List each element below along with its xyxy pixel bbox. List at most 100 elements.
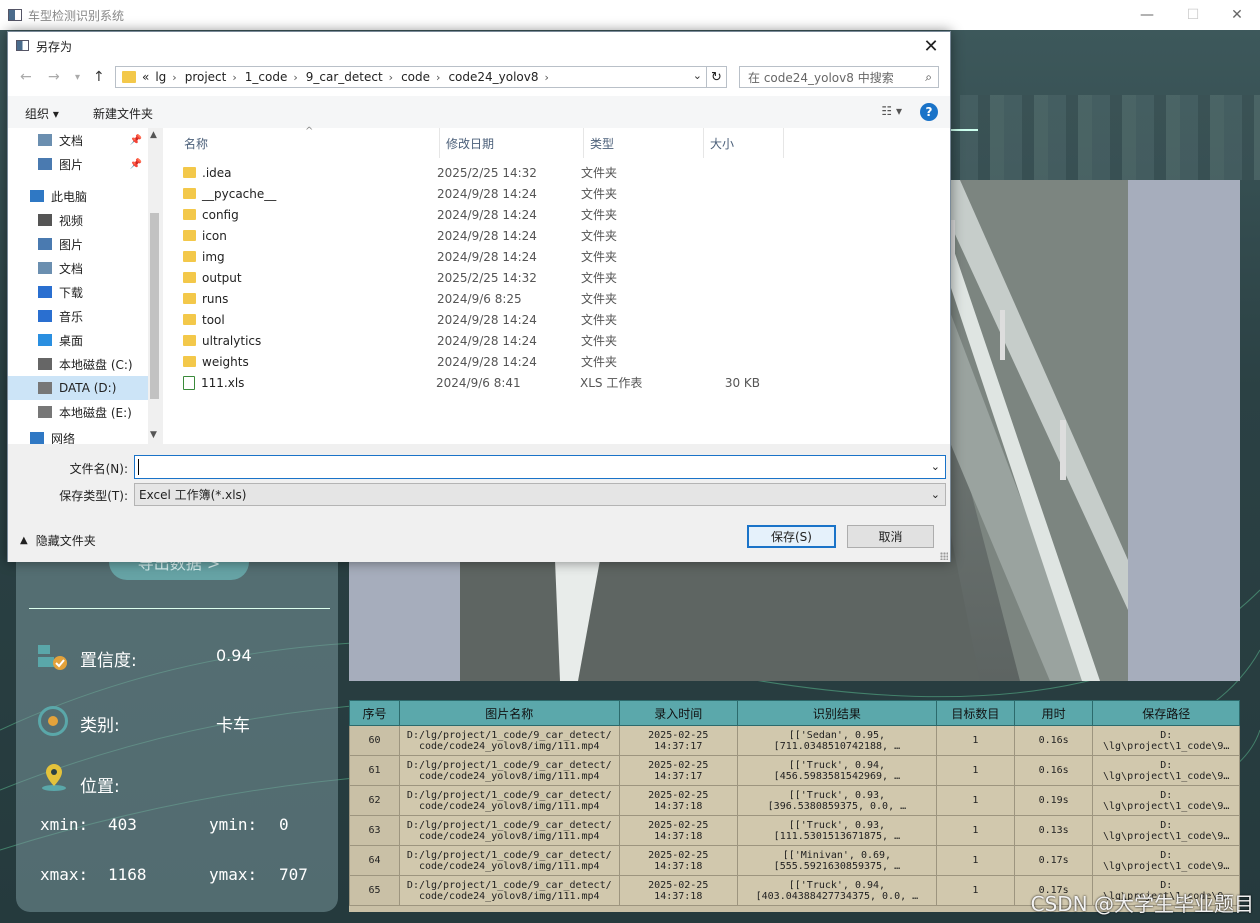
hide-folders-toggle[interactable]: ▲ 隐藏文件夹: [20, 532, 96, 549]
file-row[interactable]: 111.xls 2024/9/6 8:41 XLS 工作表 30 KB: [183, 372, 923, 393]
row-image-name-line: D:/lg/project/1_code/9_car_detect/: [406, 789, 612, 801]
row-count: 1: [935, 755, 1015, 786]
breadcrumb-chevron-icon[interactable]: ›: [293, 71, 297, 84]
breadcrumb-chevron-icon[interactable]: ›: [436, 71, 440, 84]
file-name: output: [202, 270, 242, 285]
nav-item[interactable]: 桌面: [8, 328, 148, 352]
cancel-button[interactable]: 取消: [847, 525, 934, 548]
col-name[interactable]: 名称: [178, 128, 440, 158]
row-path-line: D:: [1160, 729, 1173, 741]
filename-dropdown-icon[interactable]: ⌄: [931, 460, 940, 473]
filetype-dropdown-icon[interactable]: ⌄: [931, 488, 940, 501]
nav-item[interactable]: 文档: [8, 256, 148, 280]
file-row[interactable]: .idea 2025/2/25 14:32 文件夹: [183, 162, 923, 183]
folder-icon: [183, 188, 196, 199]
breadcrumb-item[interactable]: code: [401, 70, 430, 84]
row-result-line: [555.5921630859375, …: [773, 860, 901, 872]
breadcrumb-item[interactable]: lg: [155, 70, 166, 84]
view-options-icon[interactable]: ☷ ▾: [881, 104, 902, 118]
pin-icon[interactable]: 📌: [130, 159, 142, 170]
navigation-pane[interactable]: 文档 📌 图片 📌 此电脑 视频 图片 文档 下载 音乐 桌面 本地磁盘 (C:) DATA (D:) 本…: [8, 128, 161, 444]
window-close-icon[interactable]: ✕: [1214, 0, 1260, 30]
breadcrumb-item[interactable]: project: [185, 70, 227, 84]
file-list[interactable]: ^ 名称 修改日期 类型 大小 .idea 2025/2/25 14:32 文件夹 _…: [163, 126, 950, 444]
search-icon[interactable]: ⌕: [925, 70, 932, 85]
nav-item[interactable]: DATA (D:): [8, 376, 148, 400]
row-result: [['Truck', 0.93, [396.5380859375, 0.0, …: [736, 785, 937, 816]
col-header-time[interactable]: 录入时间: [618, 700, 738, 726]
nav-item[interactable]: 音乐: [8, 304, 148, 328]
help-icon[interactable]: ?: [920, 103, 938, 121]
app-title: 车型检测识别系统: [28, 8, 125, 23]
nav-item[interactable]: 文档 📌: [8, 128, 148, 152]
maximize-icon[interactable]: ☐: [1170, 0, 1216, 30]
scroll-up-icon[interactable]: ▲: [150, 130, 157, 140]
breadcrumb-chevron-icon[interactable]: ›: [389, 71, 393, 84]
resize-grip-icon[interactable]: [940, 552, 948, 560]
file-row[interactable]: config 2024/9/28 14:24 文件夹: [183, 204, 923, 225]
nav-item[interactable]: 图片 📌: [8, 152, 148, 176]
col-header-count[interactable]: 目标数目: [935, 700, 1015, 726]
nav-item[interactable]: 视频: [8, 208, 148, 232]
col-header-name[interactable]: 图片名称: [398, 700, 620, 726]
forward-arrow-icon[interactable]: →: [48, 69, 60, 85]
table-row[interactable]: 63 D:/lg/project/1_code/9_car_detect/code…: [349, 815, 1240, 846]
refresh-icon[interactable]: ↻: [707, 66, 727, 88]
table-row[interactable]: 64 D:/lg/project/1_code/9_car_detect/code…: [349, 845, 1240, 876]
file-row[interactable]: output 2025/2/25 14:32 文件夹: [183, 267, 923, 288]
scrollbar-thumb[interactable]: [150, 213, 159, 399]
breadcrumb-item[interactable]: code24_yolov8: [448, 70, 538, 84]
up-arrow-icon[interactable]: ↑: [93, 69, 105, 85]
search-input[interactable]: 在 code24_yolov8 中搜索 ⌕: [739, 66, 939, 88]
table-row[interactable]: 62 D:/lg/project/1_code/9_car_detect/code…: [349, 785, 1240, 816]
file-row[interactable]: __pycache__ 2024/9/28 14:24 文件夹: [183, 183, 923, 204]
col-size[interactable]: 大小: [704, 128, 784, 158]
col-header-result[interactable]: 识别结果: [736, 700, 937, 726]
ymax-label: ymax:: [209, 865, 258, 884]
scroll-down-icon[interactable]: ▼: [150, 430, 157, 440]
recent-chevron-icon[interactable]: ▾: [75, 72, 80, 83]
new-folder-button[interactable]: 新建文件夹: [93, 105, 153, 122]
minimize-icon[interactable]: —: [1124, 0, 1170, 30]
file-row[interactable]: tool 2024/9/28 14:24 文件夹: [183, 309, 923, 330]
nav-item[interactable]: 本地磁盘 (E:): [8, 400, 148, 424]
address-bar[interactable]: « lg › project › 1_code › 9_car_detect › cod…: [115, 66, 707, 88]
row-image-name: D:/lg/project/1_code/9_car_detect/code/c…: [398, 755, 620, 786]
back-arrow-icon[interactable]: ←: [20, 69, 32, 85]
address-dropdown-icon[interactable]: ⌄: [693, 69, 702, 82]
pin-icon[interactable]: 📌: [130, 135, 142, 146]
table-row[interactable]: 60 D:/lg/project/1_code/9_car_detect/code…: [349, 725, 1240, 756]
dialog-close-icon[interactable]: ✕: [918, 34, 944, 58]
navigation-scrollbar[interactable]: ▲ ▼: [148, 128, 161, 444]
nav-item[interactable]: 下载: [8, 280, 148, 304]
file-row[interactable]: runs 2024/9/6 8:25 文件夹: [183, 288, 923, 309]
nav-item[interactable]: 本地磁盘 (C:): [8, 352, 148, 376]
col-header-duration[interactable]: 用时: [1013, 700, 1094, 726]
file-row[interactable]: ultralytics 2024/9/28 14:24 文件夹: [183, 330, 923, 351]
nav-item[interactable]: 此电脑: [8, 184, 148, 208]
breadcrumb-chevron-icon[interactable]: ›: [545, 71, 549, 84]
organize-button[interactable]: 组织 ▾: [25, 105, 59, 122]
breadcrumb-item[interactable]: 1_code: [245, 70, 288, 84]
col-date[interactable]: 修改日期: [440, 128, 584, 158]
breadcrumb-item[interactable]: 9_car_detect: [306, 70, 383, 84]
col-header-path[interactable]: 保存路径: [1092, 700, 1240, 726]
row-image-name: D:/lg/project/1_code/9_car_detect/code/c…: [398, 785, 620, 816]
row-index: 61: [349, 755, 400, 786]
breadcrumb-overflow[interactable]: «: [142, 70, 149, 84]
nav-item[interactable]: 网络: [8, 426, 148, 444]
filename-input[interactable]: ⌄: [134, 455, 946, 479]
file-row[interactable]: img 2024/9/28 14:24 文件夹: [183, 246, 923, 267]
file-row[interactable]: icon 2024/9/28 14:24 文件夹: [183, 225, 923, 246]
filetype-select[interactable]: Excel 工作簿(*.xls) ⌄: [134, 483, 946, 506]
breadcrumb-chevron-icon[interactable]: ›: [172, 71, 176, 84]
save-button[interactable]: 保存(S): [747, 525, 836, 548]
breadcrumb-chevron-icon[interactable]: ›: [232, 71, 236, 84]
results-table[interactable]: 序号 图片名称 录入时间 识别结果 目标数目 用时 保存路径 60 D:/lg/p…: [349, 700, 1240, 912]
nav-item[interactable]: 图片: [8, 232, 148, 256]
col-header-index[interactable]: 序号: [349, 700, 400, 726]
file-row[interactable]: weights 2024/9/28 14:24 文件夹: [183, 351, 923, 372]
table-row[interactable]: 61 D:/lg/project/1_code/9_car_detect/code…: [349, 755, 1240, 786]
row-image-name-line: D:/lg/project/1_code/9_car_detect/: [406, 849, 612, 861]
col-type[interactable]: 类型: [584, 128, 704, 158]
